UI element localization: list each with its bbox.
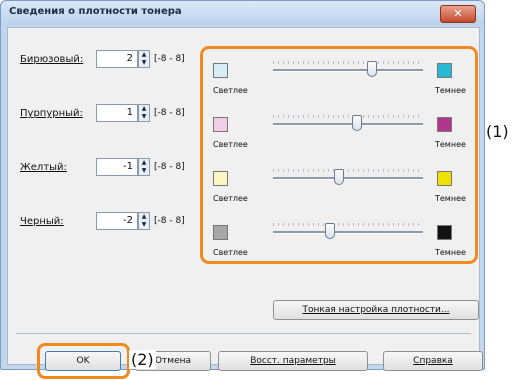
black-slider-thumb[interactable] [325, 223, 335, 239]
black-slider-track[interactable] [273, 231, 423, 234]
magenta-row: Пурпурный: 1 ▲ ▼ [-8 - 8] [8, 98, 198, 132]
black-lighter-label: Светлее [213, 248, 248, 257]
magenta-darker-label: Темнее [435, 140, 466, 149]
cyan-lighter-label: Светлее [213, 86, 248, 95]
yellow-slider-thumb[interactable] [334, 169, 344, 185]
cyan-row: Бирюзовый: 2 ▲ ▼ [-8 - 8] [8, 44, 198, 78]
help-button[interactable]: Справка [383, 351, 483, 371]
callout-1-label: (1) [486, 122, 509, 141]
slider-ticks [273, 223, 423, 226]
yellow-label: Желтый: [20, 162, 67, 173]
spin-up-icon[interactable]: ▲ [139, 213, 149, 221]
ok-highlight-frame [37, 343, 130, 379]
magenta-label: Пурпурный: [20, 108, 83, 119]
cyan-range: [-8 - 8] [154, 54, 185, 64]
dialog-title: Сведения о плотности тонера [9, 6, 182, 17]
magenta-slider-track[interactable] [273, 123, 423, 126]
black-dark-swatch [437, 225, 452, 240]
magenta-dark-swatch [437, 117, 452, 132]
cyan-darker-label: Темнее [435, 86, 466, 95]
cyan-value-input[interactable]: 2 [96, 50, 138, 68]
slider-ticks [273, 61, 423, 64]
yellow-slider-track[interactable] [273, 177, 423, 180]
yellow-slider-row: Светлее Темнее [203, 161, 475, 215]
black-row: Черный: -2 ▲ ▼ [-8 - 8] [8, 206, 198, 240]
magenta-lighter-label: Светлее [213, 140, 248, 149]
magenta-light-swatch [213, 117, 228, 132]
magenta-slider-row: Светлее Темнее [203, 107, 475, 161]
spin-up-icon[interactable]: ▲ [139, 159, 149, 167]
yellow-value-input[interactable]: -1 [96, 158, 138, 176]
magenta-slider-thumb[interactable] [352, 115, 362, 131]
yellow-spinner[interactable]: ▲ ▼ [138, 158, 150, 176]
magenta-range: [-8 - 8] [154, 108, 185, 118]
cyan-label: Бирюзовый: [20, 54, 84, 65]
fine-tune-density-button[interactable]: Тонкая настройка плотности... [273, 300, 479, 320]
dialog-body: Бирюзовый: 2 ▲ ▼ [-8 - 8] Пурпурный: 1 ▲ ▼… [7, 27, 483, 379]
close-button[interactable]: ✕ [440, 5, 476, 23]
title-bar: Сведения о плотности тонера ✕ [1, 1, 484, 25]
black-light-swatch [213, 225, 228, 240]
spin-up-icon[interactable]: ▲ [139, 105, 149, 113]
restore-defaults-button[interactable]: Восст. параметры [218, 351, 368, 371]
spin-up-icon[interactable]: ▲ [139, 51, 149, 59]
yellow-row: Желтый: -1 ▲ ▼ [-8 - 8] [8, 152, 198, 186]
black-value-input[interactable]: -2 [96, 212, 138, 230]
black-darker-label: Темнее [435, 248, 466, 257]
magenta-value-input[interactable]: 1 [96, 104, 138, 122]
spin-down-icon[interactable]: ▼ [139, 113, 149, 121]
toner-density-dialog: Сведения о плотности тонера ✕ Бирюзовый:… [0, 0, 485, 379]
cyan-dark-swatch [437, 63, 452, 78]
yellow-dark-swatch [437, 171, 452, 186]
yellow-light-swatch [213, 171, 228, 186]
cyan-slider-row: Светлее Темнее [203, 53, 475, 107]
magenta-spinner[interactable]: ▲ ▼ [138, 104, 150, 122]
spin-down-icon[interactable]: ▼ [139, 59, 149, 67]
slider-ticks [273, 115, 423, 118]
callout-2-label: (2) [129, 350, 156, 369]
spin-down-icon[interactable]: ▼ [139, 167, 149, 175]
black-range: [-8 - 8] [154, 216, 185, 226]
density-sliders-panel: Светлее Темнее Светлее Темнее Светлее Те… [200, 46, 478, 264]
cyan-light-swatch [213, 63, 228, 78]
yellow-lighter-label: Светлее [213, 194, 248, 203]
black-slider-row: Светлее Темнее [203, 215, 475, 269]
yellow-range: [-8 - 8] [154, 162, 185, 172]
yellow-darker-label: Темнее [435, 194, 466, 203]
close-icon: ✕ [453, 7, 463, 20]
spin-down-icon[interactable]: ▼ [139, 221, 149, 229]
cyan-spinner[interactable]: ▲ ▼ [138, 50, 150, 68]
slider-ticks [273, 169, 423, 172]
cyan-slider-track[interactable] [273, 69, 423, 72]
cyan-slider-thumb[interactable] [367, 61, 377, 77]
black-spinner[interactable]: ▲ ▼ [138, 212, 150, 230]
divider [16, 333, 471, 334]
black-label: Черный: [20, 216, 64, 227]
